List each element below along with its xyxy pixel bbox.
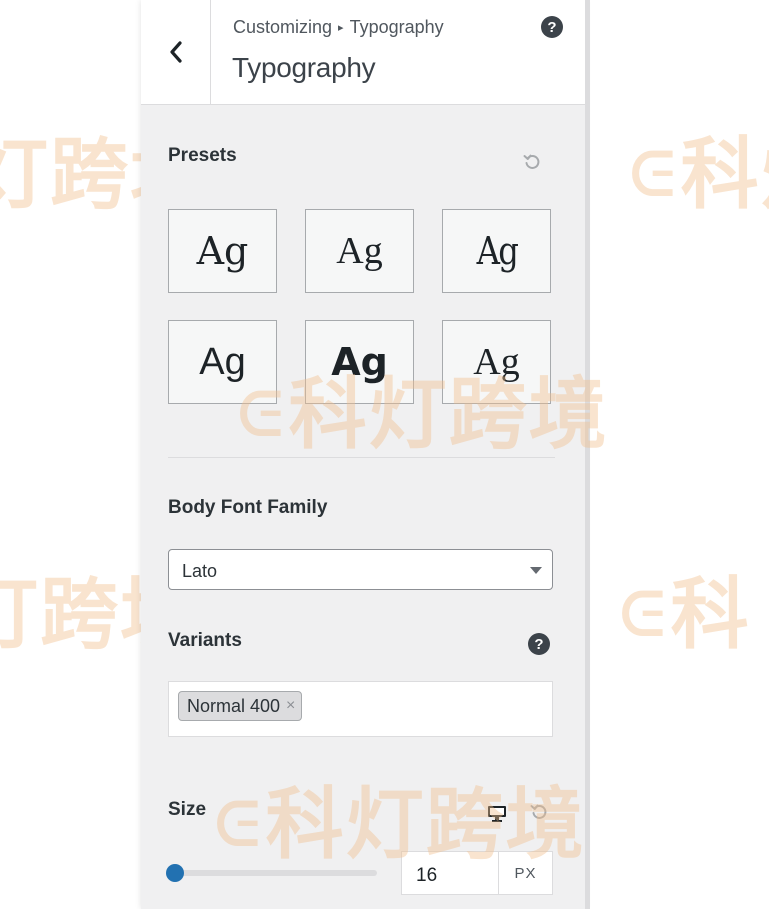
preset-6[interactable]: Ag (442, 320, 551, 404)
chevron-left-icon (169, 41, 182, 63)
size-number-input[interactable]: 16 (401, 851, 499, 895)
page-title: Typography (232, 52, 376, 83)
breadcrumb-separator-icon: ▸ (338, 22, 344, 34)
section-divider (168, 457, 555, 458)
reset-icon[interactable] (522, 152, 542, 172)
variants-help-icon[interactable]: ? (528, 633, 550, 655)
size-reset-icon[interactable] (529, 802, 549, 822)
breadcrumb: Customizing ▸ Typography (233, 17, 444, 38)
size-label: Size (168, 799, 207, 820)
help-icon[interactable]: ? (541, 16, 563, 38)
customizer-screen: 灯跨境 ᕮ科灯 灯跨境 ᕮ科 Customizing▸Typography Ty… (0, 0, 769, 909)
preset-1[interactable]: Ag (168, 209, 277, 293)
preset-5[interactable]: Ag (305, 320, 414, 404)
body-font-family-select[interactable]: Lato (168, 549, 553, 590)
caret-down-icon (530, 567, 542, 574)
preset-4[interactable]: Ag (168, 320, 277, 404)
preset-2[interactable]: Ag (305, 209, 414, 293)
watermark-top-right: ᕮ科灯 (630, 130, 769, 220)
variants-label: Variants (168, 630, 242, 651)
back-button[interactable] (141, 0, 211, 104)
breadcrumb-current: Typography (349, 17, 444, 37)
panel-scrollbar[interactable] (585, 0, 590, 909)
body-font-family-value: Lato (182, 561, 218, 581)
variant-tag: Normal 400 × (178, 691, 303, 721)
watermark-mid-right: ᕮ科 (620, 570, 751, 660)
size-slider-thumb[interactable] (166, 864, 184, 882)
customizer-panel: Customizing ▸ Typography Typography ? Pres… (141, 0, 585, 909)
panel-header: Customizing ▸ Typography Typography ? (141, 0, 585, 105)
preset-3-text: Ag (476, 229, 518, 273)
presets-label: Presets (168, 145, 237, 166)
variants-input[interactable]: Normal 400 × (168, 681, 553, 737)
watermark-logo-icon: ᕮ (620, 580, 667, 650)
watermark-logo-icon: ᕮ (630, 140, 677, 210)
size-slider-track[interactable] (168, 870, 377, 876)
remove-tag-icon[interactable]: × (286, 697, 295, 715)
size-unit-button[interactable]: PX (498, 851, 553, 895)
variant-tag-label: Normal 400 (187, 695, 281, 716)
desktop-icon[interactable] (487, 805, 507, 823)
body-font-family-label: Body Font Family (168, 497, 328, 518)
breadcrumb-parent: Customizing (233, 17, 333, 37)
preset-3[interactable]: Ag (442, 209, 551, 293)
